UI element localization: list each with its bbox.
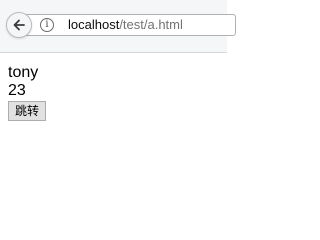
url-host: localhost (68, 17, 120, 32)
arrow-left-icon (13, 19, 25, 31)
url-text[interactable]: localhost/test/a.html (68, 17, 183, 33)
browser-toolbar: i localhost/test/a.html (0, 0, 236, 53)
info-icon[interactable]: i (40, 18, 54, 32)
name-text: tony (8, 64, 39, 81)
page-content: tony 23 跳转 (8, 64, 47, 121)
url-path: /test/a.html (119, 17, 183, 32)
back-button[interactable] (6, 12, 32, 38)
jump-button[interactable]: 跳转 (8, 101, 47, 121)
age-text: 23 (8, 82, 26, 99)
address-bar[interactable]: i localhost/test/a.html (26, 14, 236, 36)
